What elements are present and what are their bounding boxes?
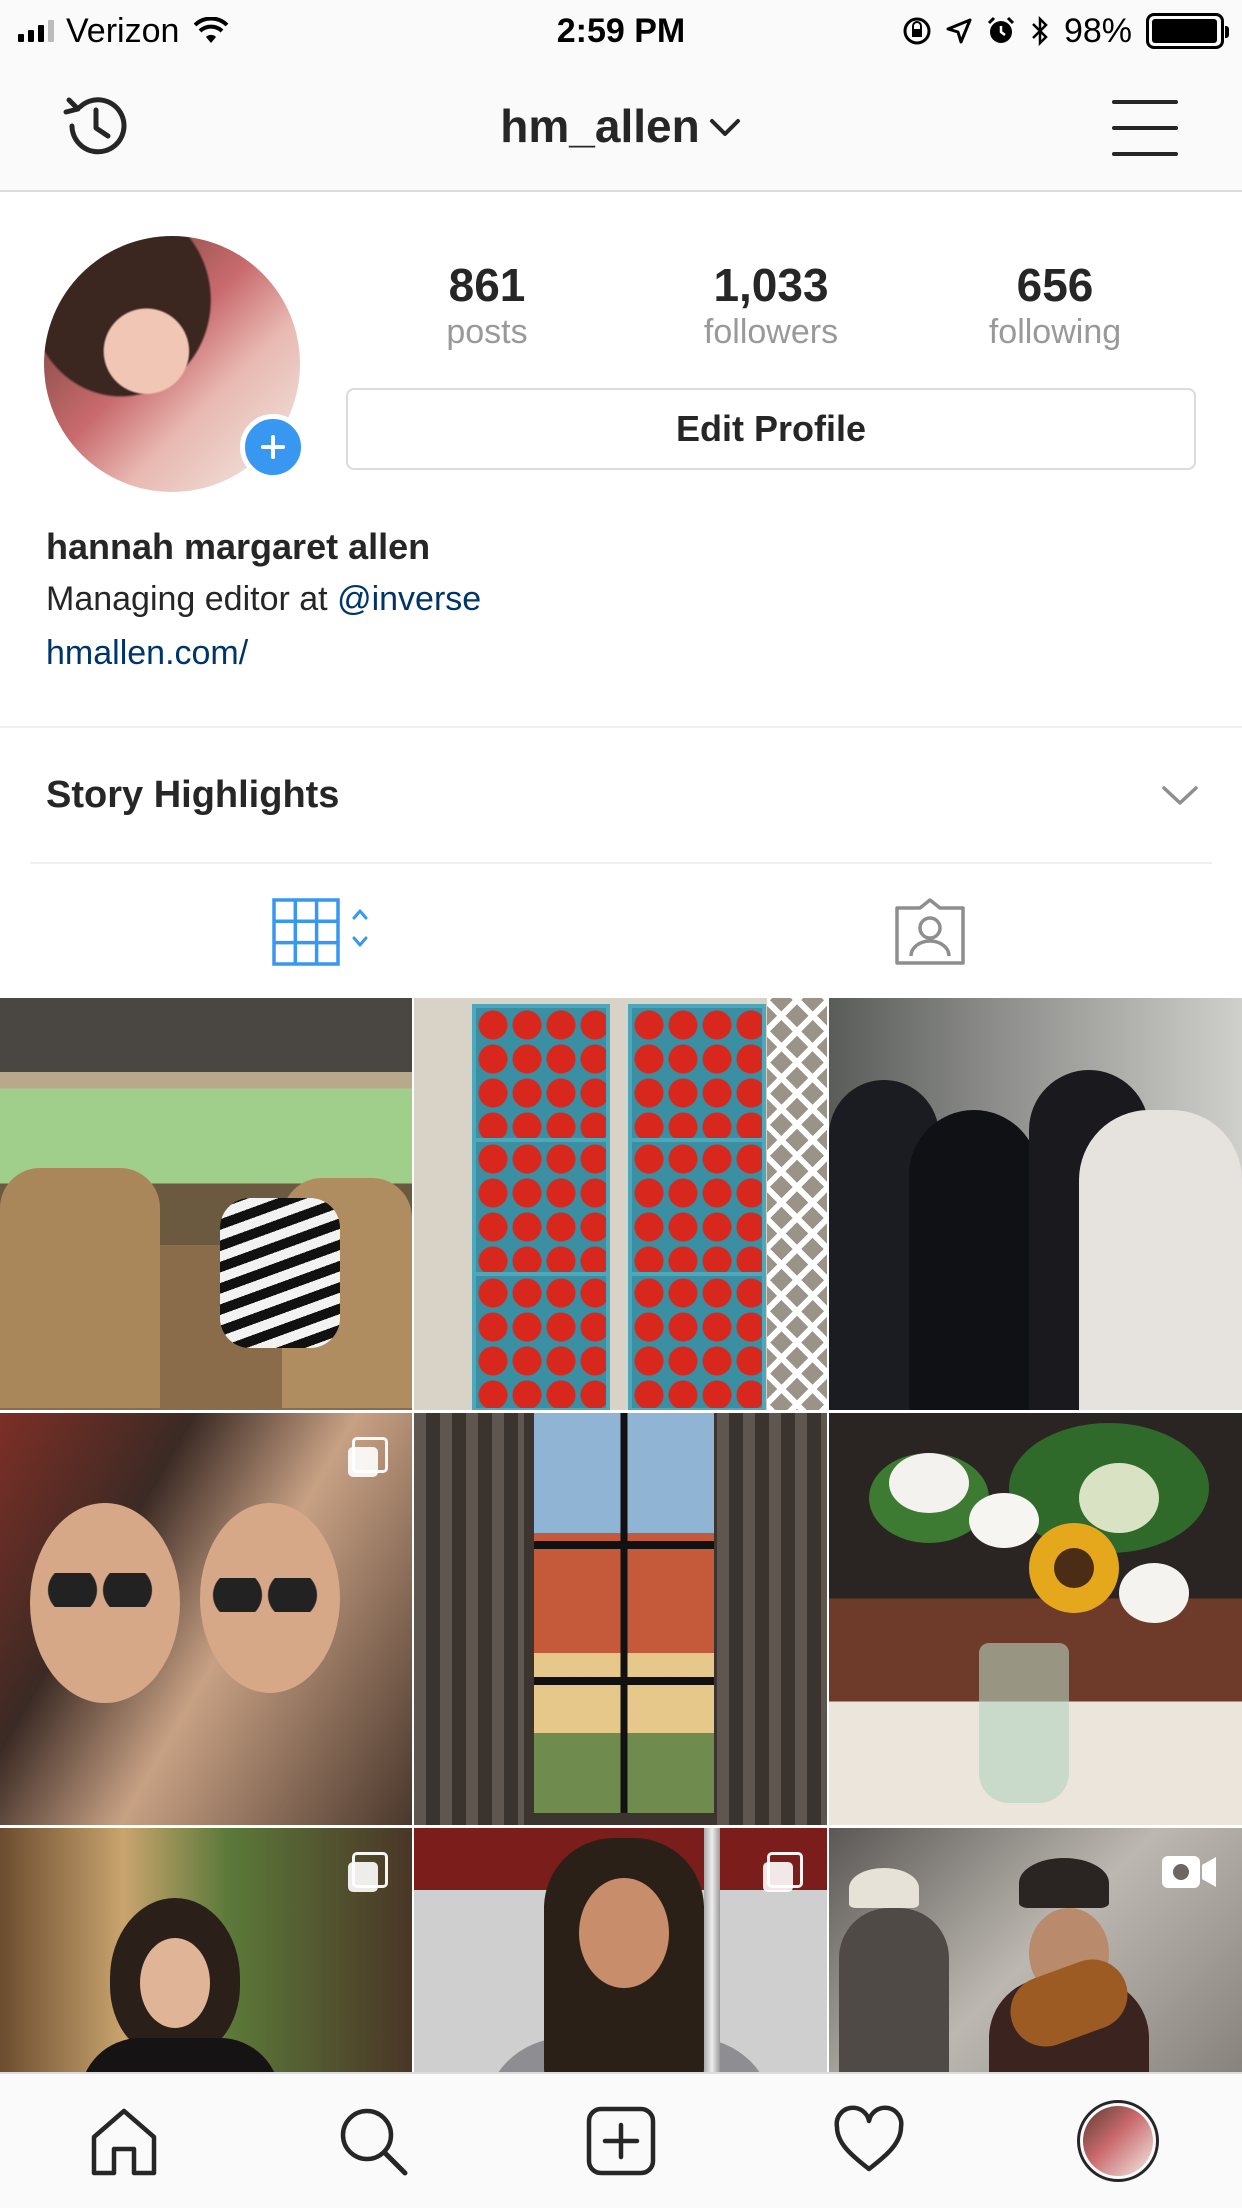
divider — [30, 862, 1212, 864]
orientation-lock-icon — [903, 17, 931, 45]
grid-post[interactable] — [829, 998, 1242, 1410]
profile-stats: 861 posts 1,033 followers 656 following — [345, 258, 1197, 352]
location-icon — [946, 18, 972, 44]
profile-bio: hannah margaret allen Managing editor at… — [46, 522, 1196, 680]
multiple-photos-icon — [763, 1852, 803, 1892]
full-name: hannah margaret allen — [46, 526, 431, 567]
stat-posts[interactable]: 861 posts — [345, 258, 629, 352]
stat-label: followers — [703, 313, 839, 351]
username-title: hm_allen — [500, 100, 700, 152]
profile-tabs — [0, 866, 1242, 996]
stat-value: 1,033 — [713, 259, 829, 311]
stat-value: 656 — [1016, 259, 1094, 311]
multiple-photos-icon — [348, 1437, 388, 1477]
home-icon — [91, 2108, 157, 2176]
stat-label: posts — [446, 313, 528, 351]
heart-icon — [834, 2105, 904, 2172]
add-story-icon[interactable] — [240, 414, 306, 480]
bluetooth-icon — [1032, 16, 1048, 46]
bottom-nav — [0, 2072, 1242, 2208]
grid-icon[interactable] — [272, 896, 382, 968]
grid-post[interactable] — [829, 1413, 1242, 1825]
chevron-down-icon[interactable] — [1160, 778, 1200, 812]
bio-prefix: Managing editor at — [46, 580, 338, 618]
menu-icon[interactable] — [1112, 100, 1178, 156]
stat-followers[interactable]: 1,033 followers — [629, 258, 913, 352]
bio-mention-link[interactable]: @inverse — [337, 580, 481, 618]
tagged-photos-icon[interactable] — [894, 898, 966, 966]
nav-activity[interactable] — [745, 2074, 993, 2208]
nav-home[interactable] — [0, 2074, 248, 2208]
multiple-photos-icon — [348, 1852, 388, 1892]
battery-icon — [1146, 13, 1229, 49]
status-bar: Verizon 2:59 PM 98% — [0, 0, 1242, 62]
add-post-icon — [586, 2106, 656, 2176]
website-link[interactable]: hmallen.com/ — [46, 626, 1196, 680]
grid-post[interactable] — [414, 1413, 827, 1825]
grid-post[interactable] — [0, 998, 412, 1410]
bio-text: Managing editor at @inverse — [46, 572, 1196, 626]
divider — [0, 726, 1242, 728]
stat-value: 861 — [448, 259, 526, 311]
grid-post[interactable] — [414, 998, 827, 1410]
search-icon — [340, 2108, 408, 2176]
photo-grid — [0, 998, 1242, 2208]
account-switcher[interactable]: hm_allen — [0, 98, 1242, 154]
stat-label: following — [988, 313, 1122, 351]
profile-avatar-icon — [1076, 2100, 1159, 2182]
edit-profile-button[interactable]: Edit Profile — [346, 388, 1196, 470]
nav-profile[interactable] — [994, 2074, 1242, 2208]
stat-following[interactable]: 656 following — [913, 258, 1197, 352]
nav-search[interactable] — [248, 2074, 496, 2208]
battery-percent: 98% — [1063, 11, 1132, 50]
alarm-icon — [987, 16, 1014, 43]
profile-header: hm_allen — [0, 62, 1242, 192]
chevron-down-icon — [709, 118, 740, 136]
nav-new-post[interactable] — [497, 2074, 745, 2208]
grid-post[interactable] — [0, 1413, 412, 1825]
video-icon — [1162, 1856, 1216, 1888]
story-highlights-title[interactable]: Story Highlights — [46, 770, 339, 820]
